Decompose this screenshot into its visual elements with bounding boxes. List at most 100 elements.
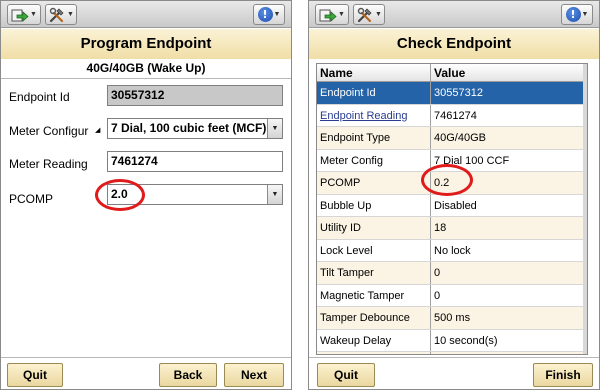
row-name: Magnetic Tamper [317, 284, 431, 306]
tools-button[interactable]: ▼ [353, 4, 385, 25]
table-row[interactable]: Bubble Up Disabled [317, 194, 585, 217]
table-row[interactable]: Tilt Tamper 0 [317, 262, 585, 285]
chevron-down-icon: ▼ [273, 11, 281, 18]
endpoint-id-label: Endpoint Id [9, 90, 70, 104]
help-button[interactable]: ! ▼ [253, 4, 285, 25]
row-name-text: PCOMP [320, 177, 361, 189]
quit-button[interactable]: Quit [7, 363, 63, 387]
table-row[interactable]: Utility ID 18 [317, 217, 585, 240]
chevron-down-icon[interactable]: ▼ [267, 119, 282, 138]
row-name-text[interactable]: Endpoint Reading [320, 110, 407, 122]
row-value: 0 [434, 267, 441, 279]
row-name: Meter Config [317, 149, 431, 171]
finish-button[interactable]: Finish [533, 363, 593, 387]
meter-config-select[interactable]: 7 Dial, 100 cubic feet (MCF) ▼ [107, 118, 283, 139]
chevron-down-icon: ▼ [30, 11, 37, 18]
row-name: Utility ID [317, 217, 431, 239]
chevron-down-icon[interactable]: ▼ [267, 185, 282, 204]
row-value: 0.2 [434, 177, 450, 189]
row-name: Bubble Up [317, 194, 431, 216]
row-name-text: Magnetic Tamper [320, 289, 405, 302]
table-row[interactable]: PCOMP 0.2 [317, 172, 585, 195]
page-title: Check Endpoint [309, 29, 599, 59]
table-row[interactable]: Endpoint Id 30557312 [317, 82, 585, 105]
row-value: 18 [434, 222, 447, 234]
row-value: 7461274 [434, 109, 477, 122]
column-header-value[interactable]: Value [431, 64, 585, 81]
row-name-text: Bubble Up [320, 199, 372, 212]
check-endpoint-panel: ▼ ▼ ! ▼ Check Endpoint Name Value Endpoi… [308, 0, 600, 390]
grid-rows: Endpoint Id 30557312 Endpoint Reading 74612… [317, 82, 585, 354]
meter-reading-row: Meter Reading 7461274 [1, 151, 291, 177]
table-row[interactable]: Wakeup Delay 10 second(s) [317, 329, 585, 352]
label-truncation-icon: ◢ [95, 127, 101, 134]
pcomp-select[interactable]: 2.0 ▼ [107, 184, 283, 205]
row-name: RF Transmit Burst [317, 352, 431, 354]
row-value: 500 ms [434, 312, 471, 324]
meter-config-row: Meter Configur ◢ 7 Dial, 100 cubic feet … [1, 118, 291, 144]
tools-icon [357, 7, 372, 22]
grid-scrollbar[interactable] [583, 64, 587, 354]
row-name-text: Endpoint Id [320, 87, 376, 99]
row-name: Endpoint Reading [317, 104, 431, 126]
table-row[interactable]: RF Transmit Burst9 [317, 352, 585, 354]
help-icon: ! [257, 7, 273, 22]
row-name: Endpoint Type [317, 127, 431, 149]
table-row[interactable]: Tamper Debounce 500 ms [317, 307, 585, 330]
tools-icon [49, 7, 64, 22]
row-name-text: Endpoint Type [320, 132, 391, 144]
row-name: PCOMP [317, 172, 431, 194]
help-button[interactable]: ! ▼ [561, 4, 593, 25]
row-value: 7 Dial 100 CCF [434, 154, 510, 167]
row-name: Tamper Debounce [317, 307, 431, 329]
row-value: 9 [431, 352, 585, 354]
help-icon: ! [565, 7, 581, 22]
row-name-text: Utility ID [320, 222, 361, 234]
row-name-text: Meter Config [320, 154, 383, 167]
row-value: Disabled [434, 199, 477, 212]
page-title: Program Endpoint [1, 29, 291, 59]
pcomp-label: PCOMP [9, 192, 54, 206]
table-row[interactable]: Endpoint Reading 7461274 [317, 104, 585, 127]
row-value: 40G/40GB [434, 132, 486, 144]
back-button[interactable]: Back [159, 363, 217, 387]
table-row[interactable]: Endpoint Type 40G/40GB [317, 127, 585, 150]
row-value: 10 second(s) [434, 334, 498, 347]
endpoint-type-subtitle: 40G/40GB (Wake Up) [1, 59, 291, 79]
row-value: No lock [434, 244, 471, 257]
endpoint-data-grid[interactable]: Name Value Endpoint Id 30557312 Endpoint R… [316, 63, 588, 355]
pcomp-value: 2.0 [111, 187, 128, 201]
column-header-name[interactable]: Name [317, 64, 431, 81]
row-name-text: Tamper Debounce [320, 312, 410, 324]
quit-button[interactable]: Quit [317, 363, 375, 387]
navigate-icon [319, 9, 337, 22]
chevron-down-icon: ▼ [67, 11, 74, 18]
grid-header: Name Value [317, 64, 585, 82]
navigate-icon [11, 9, 29, 22]
table-row[interactable]: Magnetic Tamper 0 [317, 284, 585, 307]
meter-reading-label: Meter Reading [9, 157, 88, 171]
chevron-down-icon: ▼ [581, 11, 589, 18]
row-value: 30557312 [434, 87, 483, 99]
row-name-text: Wakeup Delay [320, 334, 392, 347]
table-row[interactable]: Meter Config 7 Dial 100 CCF [317, 149, 585, 172]
meter-config-label: Meter Configur [9, 124, 89, 138]
row-name-text: Lock Level [320, 244, 373, 257]
chevron-down-icon: ▼ [375, 11, 382, 18]
right-footer: Quit Finish [309, 357, 599, 389]
navigate-button[interactable]: ▼ [315, 4, 349, 25]
row-value: 0 [434, 289, 441, 302]
row-name: Endpoint Id [317, 82, 431, 104]
table-row[interactable]: Lock Level No lock [317, 239, 585, 262]
row-name: Lock Level [317, 239, 431, 261]
meter-reading-input[interactable]: 7461274 [107, 151, 283, 172]
row-name-text: Tilt Tamper [320, 267, 374, 279]
toolbar: ▼ ▼ ! ▼ [309, 1, 599, 28]
program-endpoint-panel: ▼ ▼ ! ▼ Program Endpoint 40G/40GB (Wake … [0, 0, 292, 390]
next-button[interactable]: Next [224, 363, 284, 387]
row-name: Tilt Tamper [317, 262, 431, 284]
row-name: Wakeup Delay [317, 329, 431, 351]
navigate-button[interactable]: ▼ [7, 4, 41, 25]
endpoint-id-row: Endpoint Id 30557312 [1, 85, 291, 111]
tools-button[interactable]: ▼ [45, 4, 77, 25]
